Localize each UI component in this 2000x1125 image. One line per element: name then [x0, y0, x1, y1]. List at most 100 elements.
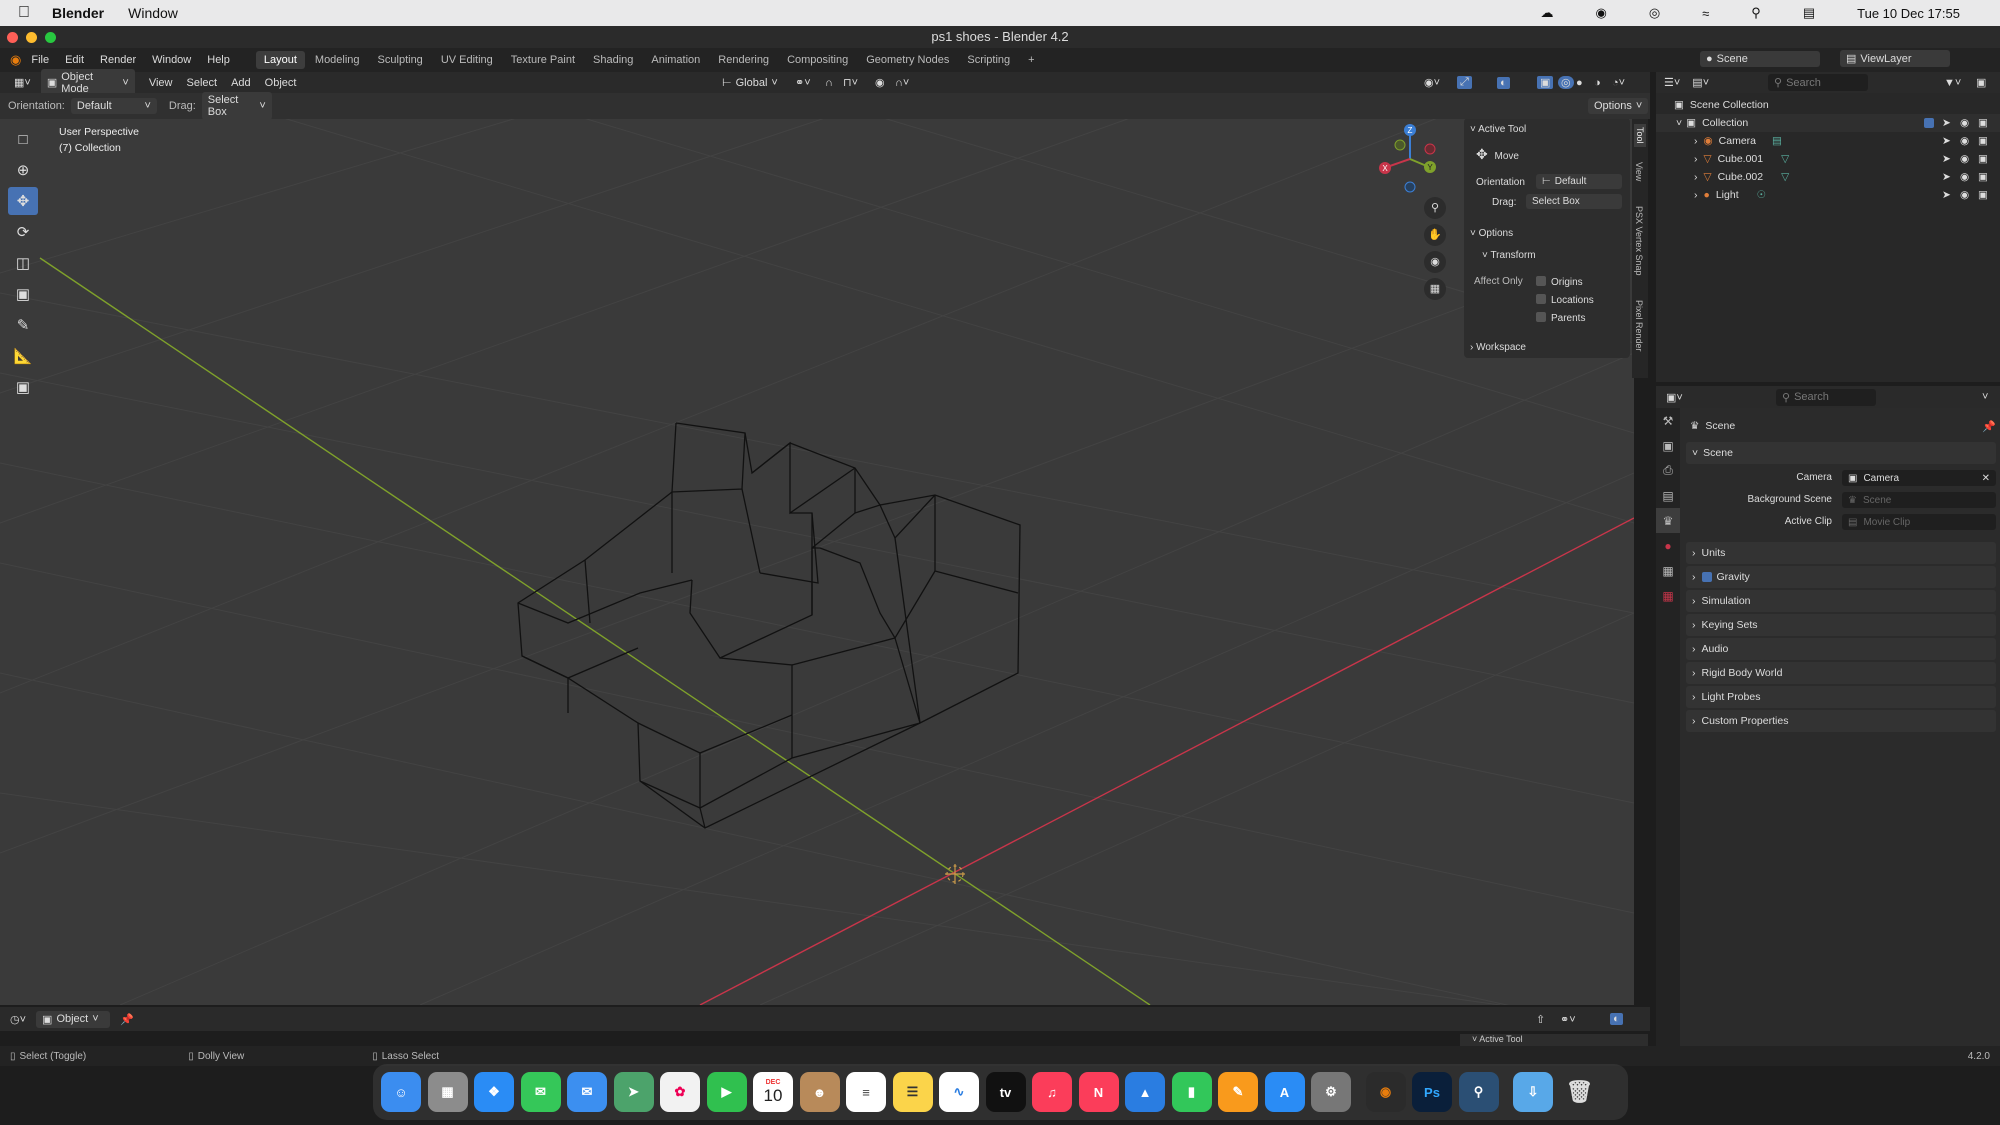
camera-visibility-eye-icon[interactable]: ◉: [1960, 135, 1969, 147]
units-section[interactable]: › Units: [1686, 542, 1996, 564]
npanel-tab-tool[interactable]: Tool: [1634, 124, 1646, 147]
apple-tv-icon[interactable]: tv: [985, 1072, 1026, 1112]
active-tool-move[interactable]: ✥ Move: [1476, 146, 1519, 163]
cube001-visibility-eye-icon[interactable]: ◉: [1960, 153, 1969, 165]
scene-collection-row[interactable]: ▣ Scene Collection: [1656, 96, 2000, 114]
timeline-mode-selector[interactable]: ▣ Object ˅: [36, 1010, 111, 1028]
navigation-gizmo[interactable]: Z X Y: [1376, 123, 1446, 193]
downloads-folder-icon[interactable]: ⇩: [1513, 1072, 1553, 1112]
news-icon[interactable]: N: [1078, 1072, 1119, 1112]
material-shading-icon[interactable]: ◑: [1594, 77, 1601, 89]
snap-icon[interactable]: ∩: [825, 77, 833, 89]
keynote-icon[interactable]: ▲: [1125, 1072, 1165, 1112]
3d-viewport[interactable]: □ ⊕ ✥ ⟳ ◫ ▣ ✎ 📐 ▣ User Perspective (7) C…: [0, 93, 1634, 1005]
cursor-tool-icon[interactable]: ⊕: [8, 156, 38, 184]
tool-properties-tab-icon[interactable]: ⚒: [1656, 408, 1680, 433]
quicktime-icon[interactable]: ⚲: [1458, 1072, 1499, 1112]
close-window-button[interactable]: [7, 32, 18, 43]
snap-target-icon[interactable]: ⊓˅: [843, 76, 858, 89]
drag-dropdown[interactable]: Select Box ˅: [201, 92, 272, 120]
apple-icon[interactable]: : [18, 4, 30, 22]
affect-locations-checkbox[interactable]: Locations: [1536, 294, 1594, 306]
visibility-icon[interactable]: ◉˅: [1424, 76, 1440, 89]
audio-section[interactable]: › Audio: [1686, 638, 1996, 660]
record-icon[interactable]: ◎: [1649, 5, 1660, 21]
light-select-icon[interactable]: ➤: [1942, 189, 1951, 201]
gravity-section[interactable]: › Gravity: [1686, 566, 1996, 588]
menu-view[interactable]: View: [149, 77, 173, 89]
menu-help[interactable]: Help: [207, 54, 230, 66]
pan-hand-icon[interactable]: ✋: [1424, 224, 1446, 246]
filter-icon[interactable]: ▼˅: [1944, 77, 1961, 89]
npanel-tab-pixel-render[interactable]: Pixel Render: [1634, 300, 1644, 352]
menu-render[interactable]: Render: [100, 54, 136, 66]
viewlayer-selector[interactable]: ▤ ViewLayer: [1840, 50, 1950, 67]
render-toggle-icon[interactable]: ▣: [1978, 117, 1988, 129]
render-properties-tab-icon[interactable]: ▣: [1656, 433, 1680, 458]
tab-sculpting[interactable]: Sculpting: [370, 51, 431, 69]
zoom-icon[interactable]: ⚲: [1424, 197, 1446, 219]
menu-add[interactable]: Add: [231, 77, 251, 89]
falloff-icon[interactable]: ∩˅: [895, 77, 909, 89]
minimize-window-button[interactable]: [26, 32, 37, 43]
npanel-orientation-dropdown[interactable]: ⊢ Default: [1536, 174, 1622, 189]
solid-shading-icon[interactable]: ●: [1576, 77, 1583, 89]
timeline-editor-type-icon[interactable]: ◷˅: [10, 1013, 26, 1026]
outliner-row-light[interactable]: › ● Light ☉ ➤ ◉ ▣: [1656, 186, 2000, 204]
properties-editor-type-icon[interactable]: ▣˅: [1666, 391, 1683, 404]
numbers-icon[interactable]: ▮: [1171, 1072, 1212, 1112]
affect-parents-checkbox[interactable]: Parents: [1536, 312, 1585, 324]
camera-field[interactable]: ▣ Camera ✕: [1842, 470, 1996, 486]
maximize-window-button[interactable]: [45, 32, 56, 43]
background-scene-field[interactable]: ♛ Scene: [1842, 492, 1996, 508]
trash-icon[interactable]: 🗑: [1560, 1072, 1600, 1112]
scene-selector[interactable]: ● Scene: [1700, 50, 1820, 67]
notes-icon[interactable]: ☰: [892, 1072, 933, 1112]
app-store-icon[interactable]: A: [1264, 1072, 1305, 1112]
rigid-body-world-section[interactable]: › Rigid Body World: [1686, 662, 1996, 684]
mail-icon[interactable]: ✉: [567, 1072, 607, 1112]
add-cube-tool-icon[interactable]: ▣: [8, 373, 38, 401]
photoshop-icon[interactable]: Ps: [1412, 1072, 1452, 1112]
world-properties-tab-icon[interactable]: ●: [1656, 533, 1680, 558]
scale-tool-icon[interactable]: ◫: [8, 249, 38, 277]
perspective-toggle-icon[interactable]: ▦: [1424, 278, 1446, 300]
outliner-row-camera[interactable]: › ◉ Camera ▤ ➤ ◉ ▣: [1656, 132, 2000, 150]
maps-icon[interactable]: ➤: [613, 1072, 654, 1112]
transform-header[interactable]: ˅ Transform: [1482, 250, 1536, 261]
photos-icon[interactable]: ✿: [660, 1072, 700, 1112]
simulation-section[interactable]: › Simulation: [1686, 590, 1996, 612]
clear-camera-icon[interactable]: ✕: [1982, 473, 1990, 484]
npanel-tab-psx-vertex-snap[interactable]: PSX Vertex Snap: [1634, 206, 1644, 276]
facetime-icon[interactable]: ▶: [706, 1072, 747, 1112]
annotate-tool-icon[interactable]: ✎: [8, 311, 38, 339]
freeform-icon[interactable]: ∿: [939, 1072, 979, 1112]
menu-object[interactable]: Object: [265, 77, 297, 89]
app-menu[interactable]: Blender: [52, 5, 104, 21]
system-settings-icon[interactable]: ⚙: [1311, 1072, 1351, 1112]
overlay-toggle-icon[interactable]: ◐: [1497, 76, 1510, 89]
xray-toggle-icon[interactable]: ▣: [1537, 76, 1554, 89]
cube002-select-icon[interactable]: ➤: [1942, 171, 1951, 183]
measure-tool-icon[interactable]: 📐: [8, 342, 38, 370]
contacts-icon[interactable]: ☻: [799, 1072, 840, 1112]
scene-properties-tab-icon[interactable]: ♛: [1656, 508, 1680, 533]
creative-cloud-icon[interactable]: ◉: [1595, 5, 1606, 21]
new-collection-icon[interactable]: ▣: [1976, 76, 1986, 89]
custom-properties-section[interactable]: › Custom Properties: [1686, 710, 1996, 732]
cloud-icon[interactable]: ☁: [1540, 5, 1553, 21]
orientation-dropdown[interactable]: Default ˅: [70, 98, 157, 114]
outliner-editor-type-icon[interactable]: ☰˅: [1664, 76, 1680, 89]
camera-select-icon[interactable]: ➤: [1942, 135, 1951, 147]
launchpad-icon[interactable]: ▦: [427, 1072, 468, 1112]
finder-icon[interactable]: ☺: [381, 1072, 421, 1112]
clock[interactable]: Tue 10 Dec 17:55: [1857, 6, 1960, 21]
collection-include-checkbox[interactable]: [1924, 118, 1934, 128]
safari-icon[interactable]: ❖: [474, 1072, 514, 1112]
cube001-render-icon[interactable]: ▣: [1978, 153, 1988, 165]
camera-render-icon[interactable]: ▣: [1978, 135, 1988, 147]
timeline-snap-icon[interactable]: ⚭˅: [1560, 1013, 1576, 1026]
active-clip-field[interactable]: ▤ Movie Clip: [1842, 514, 1996, 530]
pivot-icon[interactable]: ⚭˅: [795, 76, 811, 89]
light-visibility-eye-icon[interactable]: ◉: [1960, 189, 1969, 201]
